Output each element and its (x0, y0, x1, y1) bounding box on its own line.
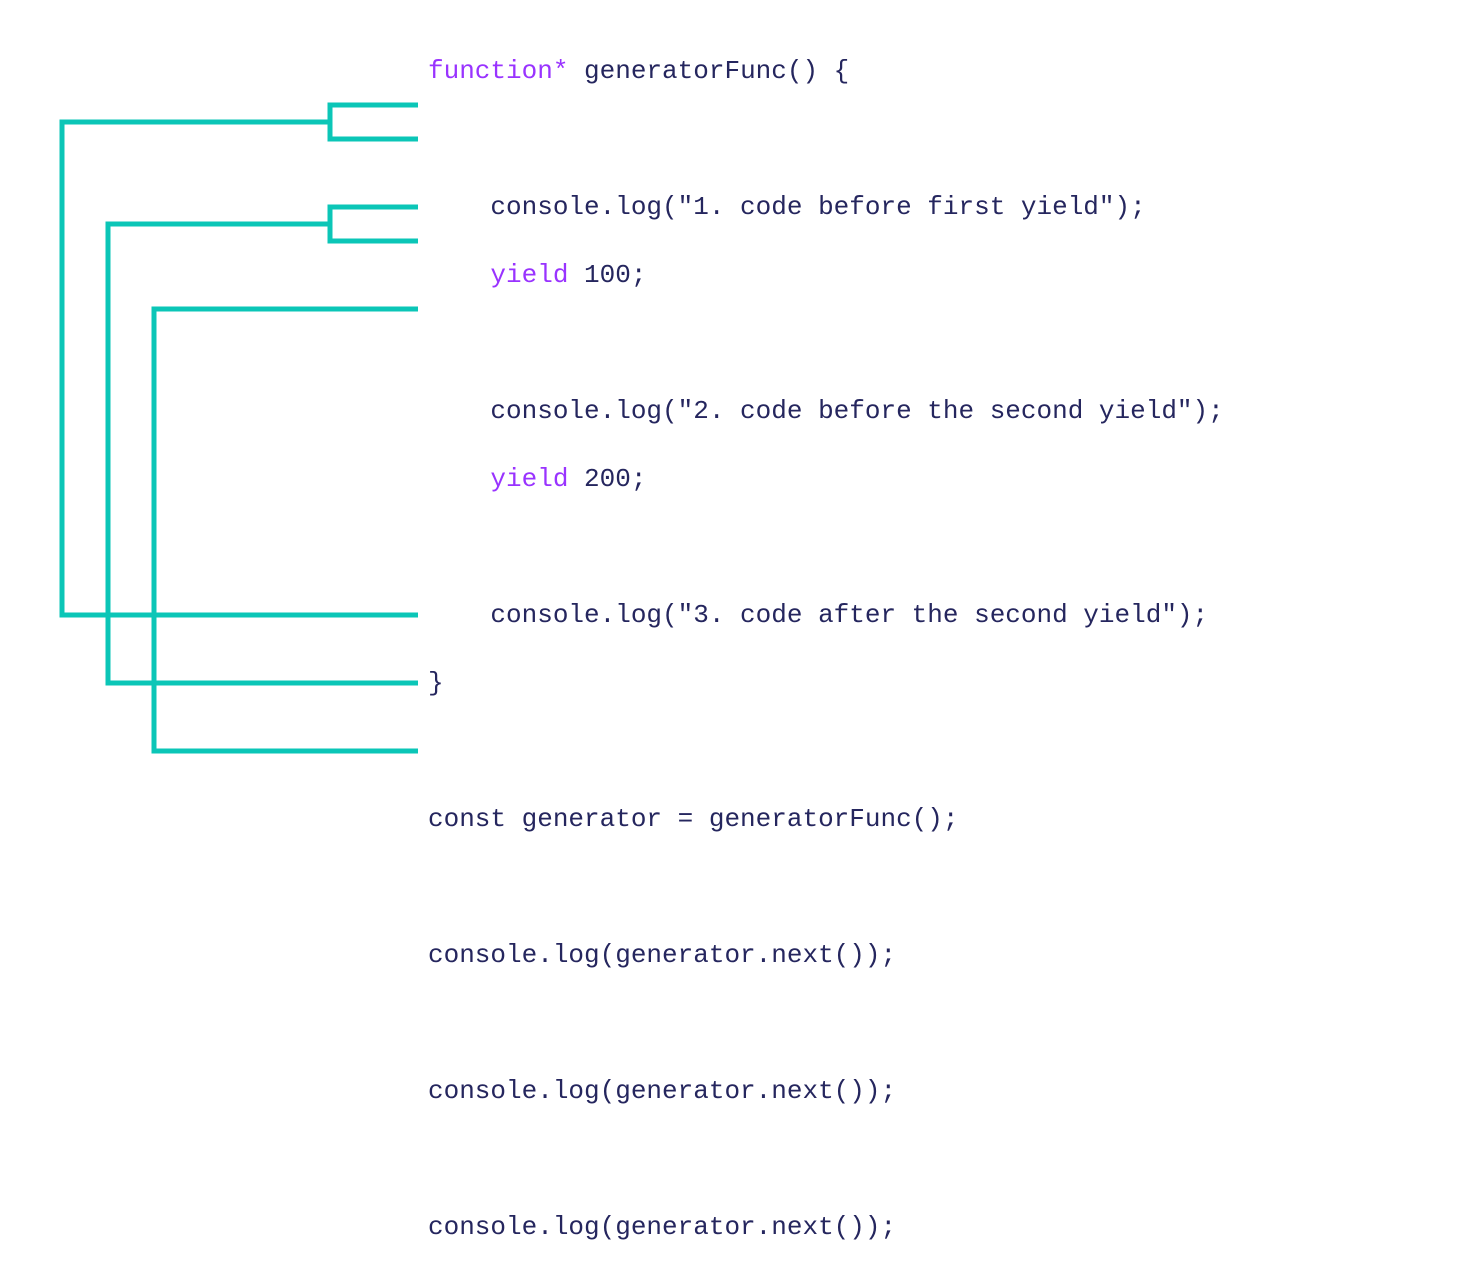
code-text: console.log(generator.next()); (428, 1076, 896, 1106)
code-text: console.log("3. code after the second yi… (428, 600, 1208, 630)
code-line-6: console.log("2. code before the second y… (428, 394, 1224, 428)
code-text: 200; (568, 464, 646, 494)
code-text: console.log(generator.next()); (428, 940, 896, 970)
keyword-yield: yield (490, 260, 568, 290)
code-line-10: } (428, 666, 1224, 700)
keyword-function: function* (428, 56, 568, 86)
code-text: console.log("1. code before first yield"… (428, 192, 1146, 222)
code-line-blank (428, 734, 1224, 768)
code-block: function* generatorFunc() { console.log(… (428, 20, 1224, 1278)
code-indent (428, 464, 490, 494)
code-text: console.log(generator.next()); (428, 1212, 896, 1242)
code-line-14: console.log(generator.next()); (428, 938, 1224, 972)
code-line-16: console.log(generator.next()); (428, 1074, 1224, 1108)
code-indent (428, 260, 490, 290)
code-line-9: console.log("3. code after the second yi… (428, 598, 1224, 632)
code-line-blank (428, 530, 1224, 564)
code-text: 100; (568, 260, 646, 290)
code-line-blank (428, 1006, 1224, 1040)
code-line-1: function* generatorFunc() { (428, 54, 1224, 88)
code-line-4: yield 100; (428, 258, 1224, 292)
code-line-blank (428, 870, 1224, 904)
code-line-12: const generator = generatorFunc(); (428, 802, 1224, 836)
connector-bracket-1 (62, 105, 418, 615)
code-text: const generator = generatorFunc(); (428, 804, 959, 834)
code-text: console.log("2. code before the second y… (428, 396, 1224, 426)
code-line-blank (428, 326, 1224, 360)
code-text: generatorFunc() { (568, 56, 849, 86)
connector-bracket-2 (108, 207, 418, 683)
code-text: } (428, 668, 444, 698)
code-line-18: console.log(generator.next()); (428, 1210, 1224, 1244)
code-line-3: console.log("1. code before first yield"… (428, 190, 1224, 224)
code-line-blank (428, 1142, 1224, 1176)
keyword-yield: yield (490, 464, 568, 494)
code-line-blank (428, 122, 1224, 156)
connector-bracket-3 (154, 309, 418, 751)
code-line-7: yield 200; (428, 462, 1224, 496)
